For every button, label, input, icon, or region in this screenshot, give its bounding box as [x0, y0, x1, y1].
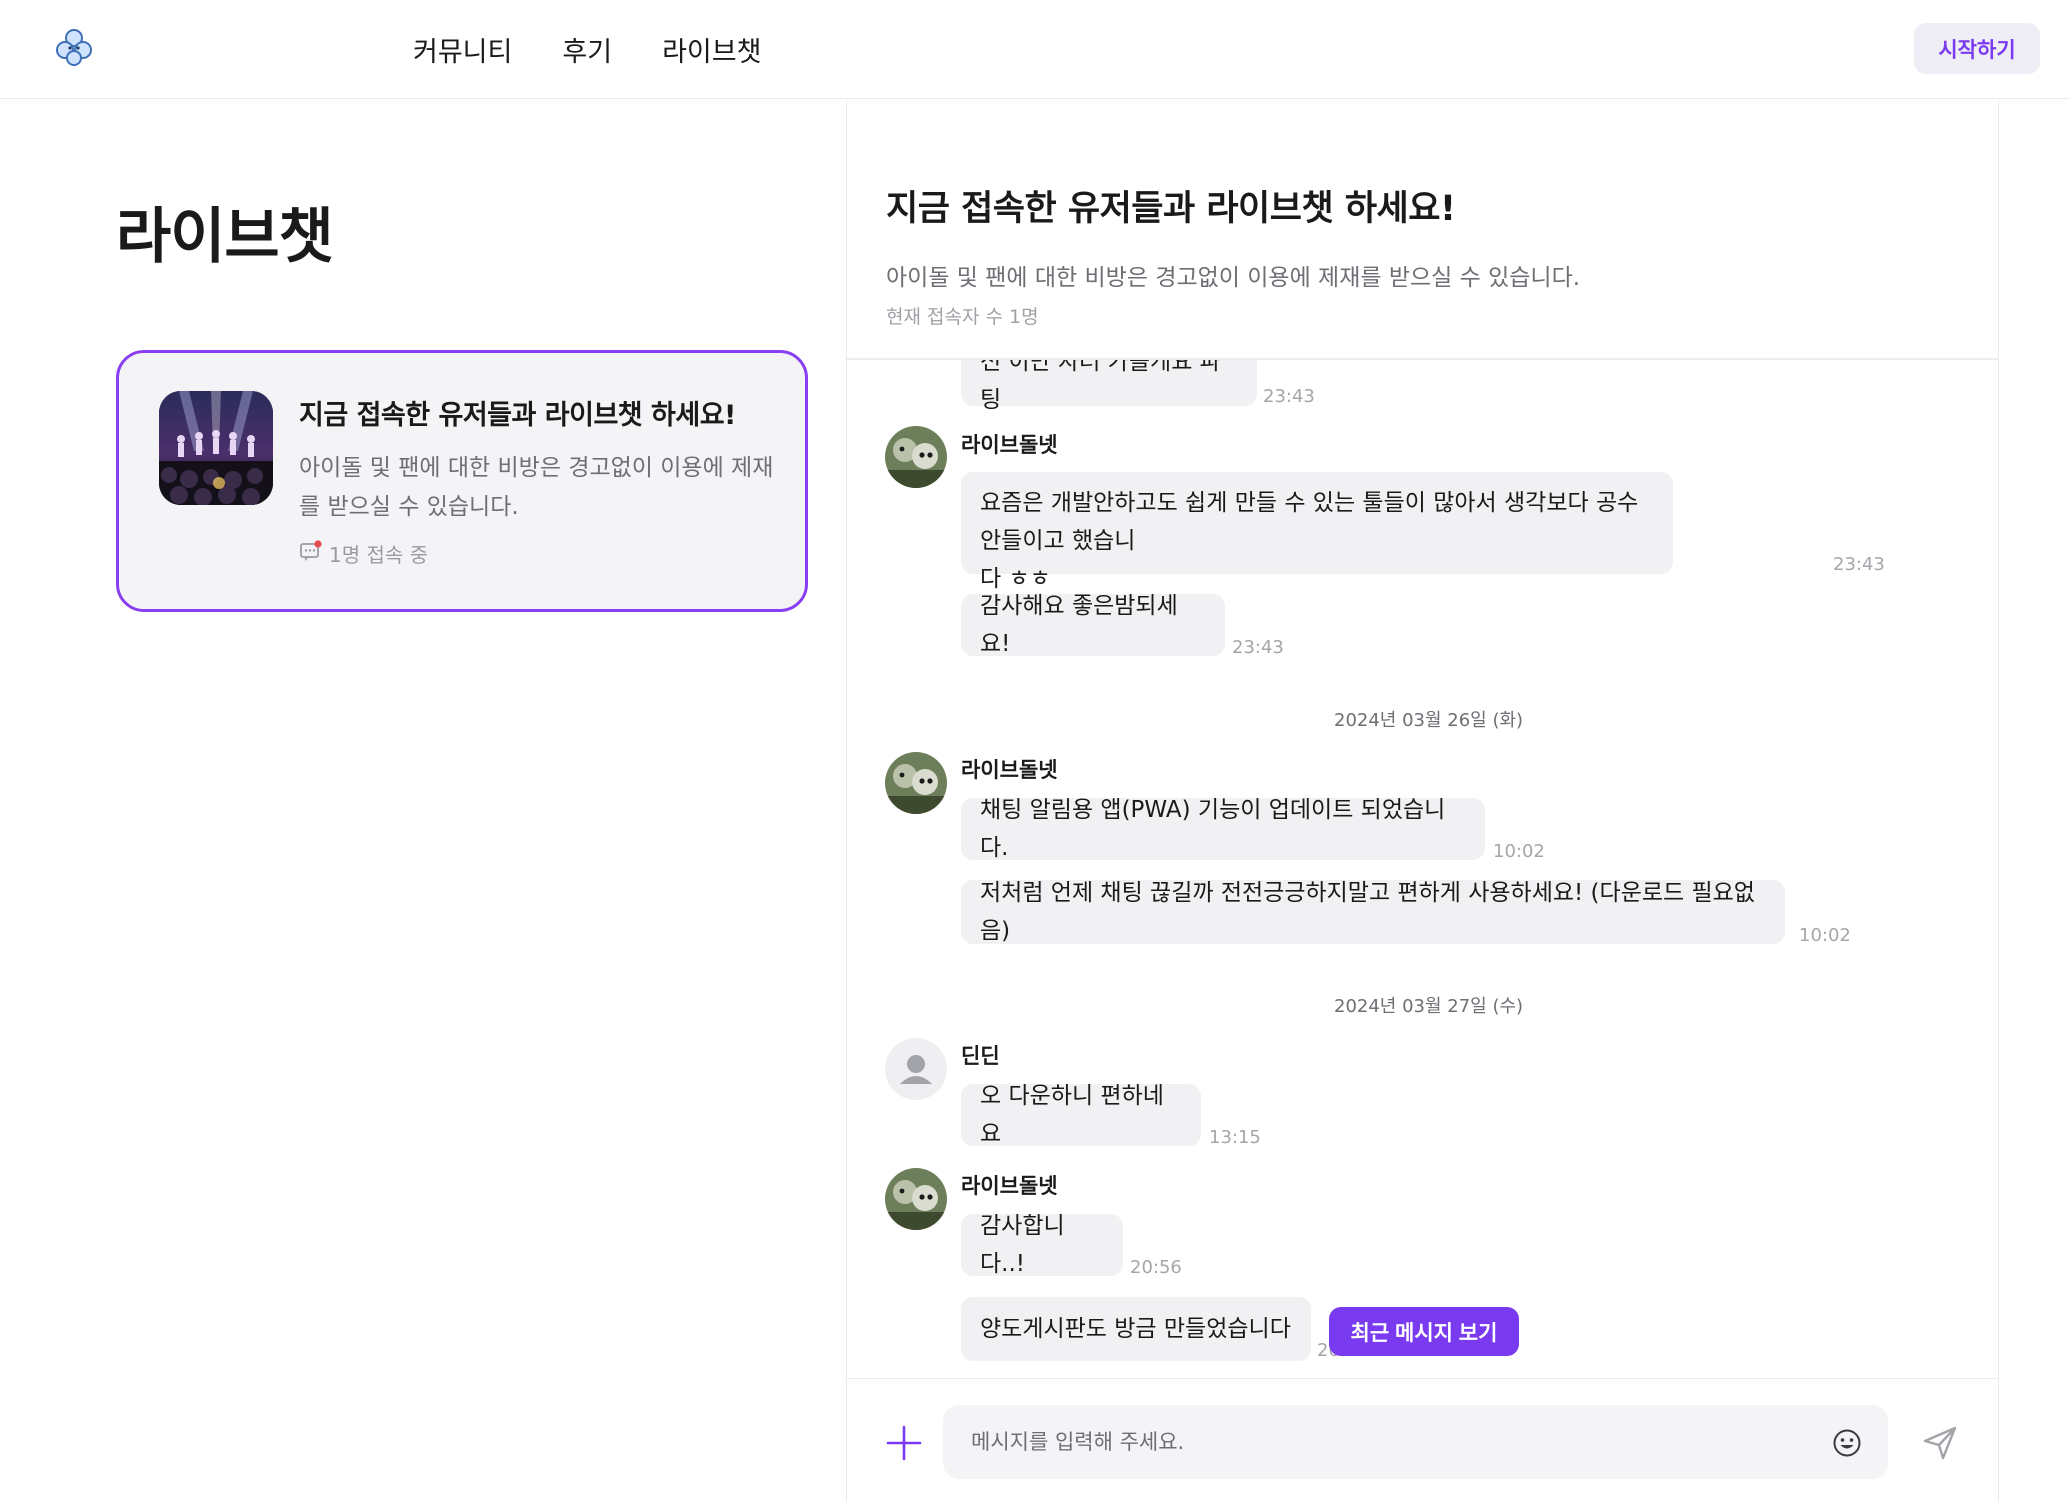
sender-name: 라이브돌넷 — [961, 1174, 1058, 1198]
message-bubble: 전 이만 자러 가볼게요 파팅 — [961, 360, 1257, 413]
sender-name: 라이브돌넷 — [961, 758, 1058, 782]
recent-messages-button[interactable]: 최근 메시지 보기 — [1329, 1307, 1519, 1356]
message-text: 요즘은 개발안하고도 쉽게 만들 수 있는 툴들이 많아서 생각보다 공수 안들… — [980, 490, 1639, 554]
nav-livechat[interactable]: 라이브챗 — [662, 30, 761, 69]
message-text: 감사해요 좋은밤되세요! — [980, 593, 1178, 657]
room-thumbnail — [159, 391, 273, 505]
room-user-count: 1명 접속 중 — [299, 539, 428, 568]
default-avatar-icon[interactable] — [885, 1038, 947, 1100]
page-title: 라이브챗 — [116, 202, 334, 272]
message-text: 오 다운하니 편하네요 — [980, 1083, 1164, 1147]
chat-description: 아이돌 및 팬에 대한 비방은 경고없이 이용에 제재를 받으실 수 있습니다. — [886, 265, 1581, 291]
message-time: 23:43 — [1833, 554, 1885, 575]
room-count-text: 1명 접속 중 — [329, 543, 429, 567]
brand-logo-icon[interactable] — [54, 28, 94, 68]
message-bubble: 감사해요 좋은밤되세요! — [961, 593, 1225, 657]
message-time: 23:43 — [1232, 637, 1284, 658]
message-time: 23:43 — [1263, 386, 1315, 407]
message-time: 10:02 — [1493, 841, 1545, 862]
message-input[interactable] — [943, 1405, 1888, 1479]
room-title: 지금 접속한 유저들과 라이브챗 하세요! — [299, 400, 736, 431]
chat-notification-icon — [299, 539, 323, 568]
message-bubble: 오 다운하니 편하네요 — [961, 1083, 1201, 1147]
chat-title: 지금 접속한 유저들과 라이브챗 하세요! — [886, 189, 1456, 229]
message-text: 저처럼 언제 채팅 끊길까 전전긍긍하지말고 편하게 사용하세요! (다운로드 … — [980, 880, 1755, 944]
top-header: 커뮤니티 후기 라이브챗 시작하기 — [0, 0, 2070, 99]
message-bubble: 저처럼 언제 채팅 끊길까 전전긍긍하지말고 편하게 사용하세요! (다운로드 … — [961, 880, 1785, 944]
message-time: 13:15 — [1209, 1127, 1261, 1148]
start-button[interactable]: 시작하기 — [1914, 23, 2040, 74]
nav-reviews[interactable]: 후기 — [562, 30, 612, 69]
room-description: 아이돌 및 팬에 대한 비방은 경고없이 이용에 제재를 받으실 수 있습니다. — [299, 455, 774, 520]
date-separator: 2024년 03월 26일 (화) — [1334, 710, 1524, 731]
sender-avatar[interactable] — [885, 426, 947, 488]
message-time: 10:02 — [1799, 925, 1851, 946]
emoji-icon[interactable] — [1832, 1428, 1862, 1458]
nav-community[interactable]: 커뮤니티 — [413, 30, 512, 69]
send-icon[interactable] — [1922, 1425, 1958, 1461]
message-text: 채팅 알림용 앱(PWA) 기능이 업데이트 되었습니다. — [980, 797, 1446, 861]
room-list-panel: 라이브챗 지금 접속한 유저들과 라이브챗 하세요! 아이돌 및 팬에 대한 비… — [0, 100, 846, 1502]
message-text: 양도게시판도 방금 만들었습니다 — [980, 1316, 1291, 1342]
current-user-count: 현재 접속자 수 1명 — [886, 306, 1039, 328]
message-list[interactable]: 전 이만 자러 가볼게요 파팅 23:43 라이브돌넷 요즘은 개발안하고도 쉽… — [847, 360, 1998, 1378]
message-bubble: 채팅 알림용 앱(PWA) 기능이 업데이트 되었습니다. — [961, 797, 1485, 861]
sender-avatar[interactable] — [885, 1168, 947, 1230]
date-separator: 2024년 03월 27일 (수) — [1334, 996, 1524, 1017]
message-text: 전 이만 자러 가볼게요 파팅 — [980, 360, 1221, 413]
main-nav: 커뮤니티 후기 라이브챗 — [413, 30, 761, 69]
plus-icon[interactable] — [884, 1423, 924, 1463]
input-divider — [847, 1378, 1998, 1379]
sender-avatar[interactable] — [885, 752, 947, 814]
message-text: 감사합니다..! — [980, 1213, 1065, 1277]
message-time: 20:56 — [1130, 1257, 1182, 1278]
sender-name: 딘딘 — [961, 1044, 1000, 1068]
chat-room-card[interactable]: 지금 접속한 유저들과 라이브챗 하세요! 아이돌 및 팬에 대한 비방은 경고… — [116, 350, 808, 612]
message-bubble: 감사합니다..! — [961, 1213, 1123, 1277]
message-bubble: 양도게시판도 방금 만들었습니다 — [961, 1297, 1311, 1361]
message-bubble: 요즘은 개발안하고도 쉽게 만들 수 있는 툴들이 많아서 생각보다 공수 안들… — [961, 472, 1673, 592]
right-edge-divider — [1998, 100, 1999, 1502]
sender-name: 라이브돌넷 — [961, 433, 1058, 457]
